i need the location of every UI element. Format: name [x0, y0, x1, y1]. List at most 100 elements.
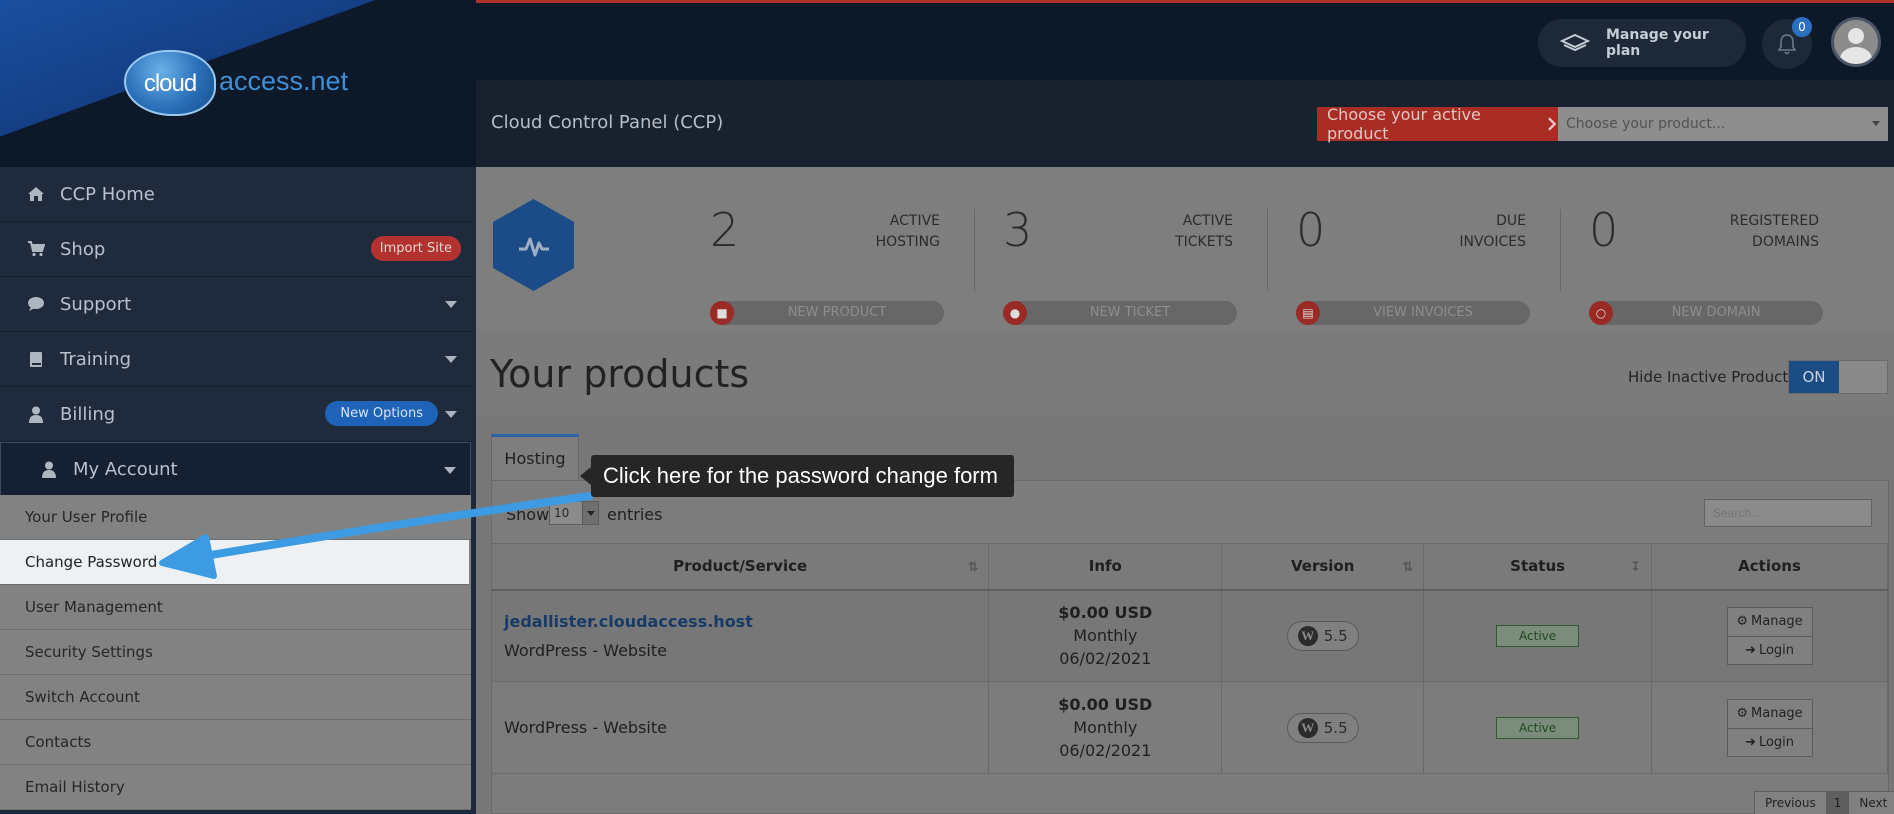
- import-site-badge[interactable]: Import Site: [370, 236, 461, 261]
- stat-value: 0: [1589, 203, 1619, 257]
- sidebar-item-my-account[interactable]: My Account: [0, 442, 471, 497]
- submenu-switch-account[interactable]: Switch Account: [0, 675, 471, 720]
- version-value: 5.5: [1323, 626, 1348, 645]
- page-title: Cloud Control Panel (CCP): [491, 112, 724, 133]
- status-cell: Active: [1423, 681, 1653, 774]
- sidebar-item-shop[interactable]: Shop Import Site: [0, 222, 471, 277]
- submenu-your-user-profile[interactable]: Your User Profile: [0, 495, 471, 540]
- submenu-change-password[interactable]: Change Password: [0, 540, 469, 585]
- sidebar-item-label: Billing: [60, 403, 116, 425]
- due-date: 06/02/2021: [1059, 649, 1152, 669]
- column-header-info: Info: [988, 543, 1223, 591]
- sidebar: cloud access.net CCP Home Shop Import Si…: [0, 0, 476, 814]
- login-button[interactable]: ➜ Login: [1727, 635, 1812, 664]
- notification-count-badge: 0: [1792, 17, 1812, 37]
- toggle-on-state: ON: [1789, 361, 1839, 393]
- submenu-user-management[interactable]: User Management: [0, 585, 471, 630]
- sidebar-item-support[interactable]: Support: [0, 277, 471, 332]
- entries-per-page-select[interactable]: 10: [549, 501, 599, 525]
- pagination-page[interactable]: 1: [1825, 792, 1850, 814]
- version-cell: W 5.5: [1221, 681, 1425, 774]
- stat-action-label: NEW DOMAIN: [1671, 305, 1761, 320]
- chevron-right-icon: [1548, 117, 1557, 131]
- wordpress-icon: W: [1297, 717, 1318, 738]
- submenu-security-settings[interactable]: Security Settings: [0, 630, 471, 675]
- stat-label-line1: ACTIVE: [889, 213, 940, 229]
- stat-action-label: NEW PRODUCT: [787, 305, 887, 320]
- sidebar-nav: CCP Home Shop Import Site Support Traini…: [0, 167, 471, 497]
- sidebar-item-billing[interactable]: Billing New Options: [0, 387, 471, 442]
- manage-button[interactable]: ⚙ Manage: [1727, 607, 1812, 636]
- submenu-email-history[interactable]: Email History: [0, 765, 471, 810]
- entries-per-page-value: 10: [554, 506, 570, 520]
- cogs-icon: ⚙: [1736, 614, 1749, 630]
- stat-due-invoices: 0 DUE INVOICES ▤ VIEW INVOICES: [1296, 203, 1536, 325]
- chat-icon: [26, 294, 46, 314]
- logo-text[interactable]: access.net: [219, 66, 348, 97]
- invoice-icon: ▤: [1296, 301, 1320, 325]
- activity-hex-icon: [493, 199, 574, 291]
- choose-product-button[interactable]: Choose your active product: [1317, 105, 1558, 143]
- column-header-version[interactable]: Version ⇅: [1221, 543, 1425, 591]
- sidebar-item-label: Support: [60, 293, 132, 315]
- stat-label-line1: ACTIVE: [1182, 213, 1233, 229]
- column-header-status[interactable]: Status ↧: [1423, 543, 1653, 591]
- product-cell: WordPress - Website: [492, 681, 990, 774]
- table-row: jedallister.cloudaccess.host WordPress -…: [492, 589, 1888, 682]
- layers-icon: [1560, 33, 1590, 53]
- column-header-product[interactable]: Product/Service ⇅: [492, 543, 990, 591]
- avatar[interactable]: [1831, 17, 1881, 67]
- login-button[interactable]: ➜ Login: [1727, 727, 1812, 756]
- entries-label: entries: [607, 505, 663, 524]
- pagination-previous[interactable]: Previous: [1755, 792, 1826, 814]
- version-value: 5.5: [1323, 718, 1348, 737]
- annotation-tooltip: Click here for the password change form: [580, 455, 1014, 497]
- column-header-label: Actions: [1738, 557, 1801, 576]
- billing-cycle: Monthly: [1073, 718, 1138, 737]
- sort-icon: ⇅: [1402, 560, 1414, 575]
- product-type: WordPress - Website: [504, 640, 667, 660]
- sidebar-item-label: Training: [60, 348, 132, 370]
- stat-label-line2: DOMAINS: [1752, 234, 1819, 250]
- manage-label: Manage: [1751, 706, 1803, 721]
- login-label: Login: [1758, 734, 1795, 750]
- pagination-next[interactable]: Next: [1849, 792, 1894, 814]
- chevron-down-icon: [445, 411, 457, 418]
- actions-cell: ⚙ Manage ➜ Login: [1651, 681, 1888, 774]
- product-price: $0.00 USD: [1058, 603, 1153, 623]
- stats-panel: 2 ACTIVE HOSTING ■ NEW PRODUCT 3 ACTIVE TIC…: [476, 167, 1894, 330]
- sidebar-item-label: Shop: [60, 238, 106, 260]
- manage-button[interactable]: ⚙ Manage: [1727, 699, 1812, 728]
- sign-in-icon: ➜: [1745, 642, 1756, 658]
- product-cell: jedallister.cloudaccess.host WordPress -…: [492, 589, 990, 682]
- table-row: WordPress - Website $0.00 USD Monthly 06…: [492, 681, 1888, 774]
- logo-cloud-icon[interactable]: cloud: [124, 50, 216, 116]
- stat-label: REGISTERED DOMAINS: [1730, 211, 1819, 253]
- search-input[interactable]: [1704, 499, 1872, 527]
- products-table: Product/Service ⇅ Info Version ⇅ Status ↧ A…: [492, 543, 1888, 774]
- tab-hosting[interactable]: Hosting: [491, 434, 579, 480]
- new-ticket-button[interactable]: ● NEW TICKET: [1003, 301, 1237, 325]
- product-select[interactable]: Choose your product...: [1558, 107, 1888, 141]
- avatar-body: [1840, 47, 1872, 64]
- new-domain-button[interactable]: ○ NEW DOMAIN: [1589, 301, 1823, 325]
- my-account-submenu: Your User Profile Change Password User M…: [0, 495, 471, 810]
- manage-plan-label: Manage your plan: [1606, 27, 1709, 59]
- submenu-contacts[interactable]: Contacts: [0, 720, 471, 765]
- stat-label-line1: DUE: [1496, 213, 1526, 229]
- top-bar: Manage your plan 0: [476, 0, 1894, 80]
- manage-plan-button[interactable]: Manage your plan: [1538, 19, 1746, 67]
- avatar-head: [1848, 28, 1864, 44]
- hide-inactive-toggle[interactable]: ON: [1788, 360, 1888, 394]
- stat-label-line2: TICKETS: [1175, 234, 1233, 250]
- product-link[interactable]: jedallister.cloudaccess.host: [504, 607, 988, 636]
- column-header-label: Version: [1290, 557, 1355, 576]
- sidebar-item-training[interactable]: Training: [0, 332, 471, 387]
- new-options-badge[interactable]: New Options: [325, 401, 438, 426]
- chevron-down-icon: [1872, 121, 1880, 126]
- sidebar-item-label: CCP Home: [60, 183, 155, 205]
- sidebar-item-ccp-home[interactable]: CCP Home: [0, 167, 471, 222]
- book-icon: [26, 349, 46, 369]
- view-invoices-button[interactable]: ▤ VIEW INVOICES: [1296, 301, 1530, 325]
- new-product-button[interactable]: ■ NEW PRODUCT: [710, 301, 944, 325]
